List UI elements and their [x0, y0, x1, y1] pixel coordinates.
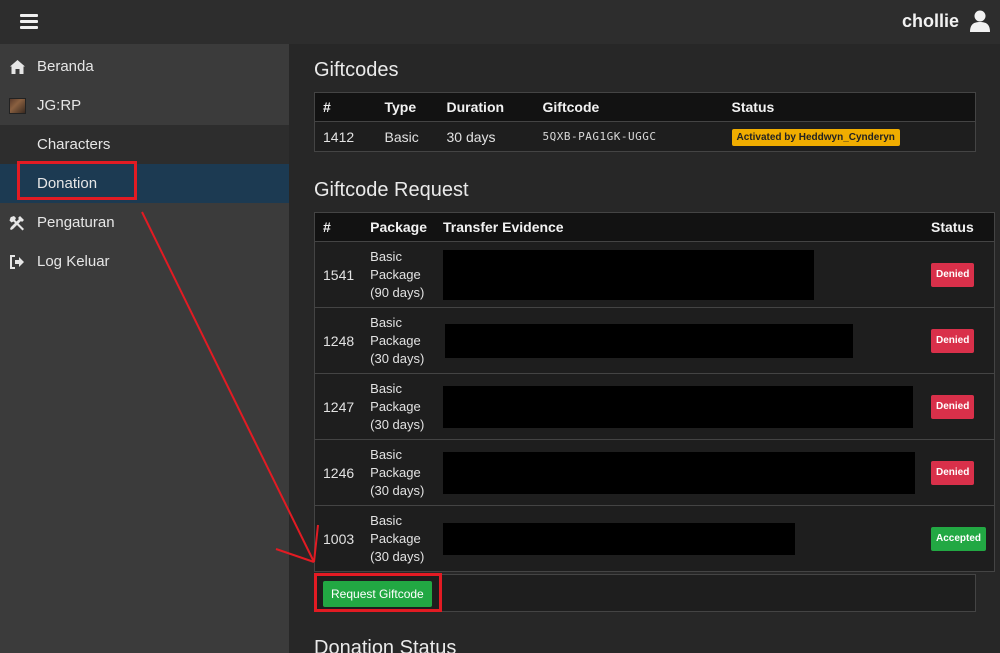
sidebar-item-log-keluar[interactable]: Log Keluar: [0, 242, 289, 281]
table-header-row: # Package Transfer Evidence Status: [314, 212, 995, 242]
status-badge: Denied: [930, 262, 975, 287]
table-row: 1247 Basic Package (30 days) Denied: [314, 373, 995, 440]
sidebar-item-jgrp[interactable]: JG:RP: [0, 86, 289, 125]
transfer-evidence-cell: [434, 373, 923, 440]
donation-status-heading: Donation Status: [314, 637, 457, 653]
status-badge: Denied: [930, 460, 975, 485]
request-id: 1247: [314, 373, 363, 440]
column-header: Transfer Evidence: [434, 212, 923, 242]
sidebar-item-pengaturan[interactable]: Pengaturan: [0, 203, 289, 242]
sidebar-item-characters[interactable]: Characters: [0, 125, 289, 164]
request-id: 1246: [314, 439, 363, 506]
user-icon[interactable]: [970, 10, 990, 32]
column-header: Type: [376, 92, 439, 122]
sidebar-item-beranda[interactable]: Beranda: [0, 47, 289, 86]
table-row: 1412 Basic 30 days 5QXB-PAG1GK-UGGC Acti…: [314, 121, 976, 152]
redacted-evidence-image[interactable]: [442, 385, 913, 428]
sidebar-item-label: Beranda: [37, 58, 94, 75]
request-status-cell: Denied: [922, 373, 995, 440]
request-status-cell: Accepted: [922, 505, 995, 572]
redacted-evidence-image[interactable]: [442, 451, 915, 494]
column-header: Package: [362, 212, 435, 242]
request-giftcode-button[interactable]: Request Giftcode: [323, 581, 432, 607]
transfer-evidence-cell: [434, 241, 923, 308]
status-badge: Denied: [930, 394, 975, 419]
redacted-evidence-image[interactable]: [444, 323, 853, 358]
column-header: #: [314, 92, 377, 122]
request-status-cell: Denied: [922, 241, 995, 308]
request-package: Basic Package (90 days): [362, 241, 435, 308]
transfer-evidence-cell: [434, 505, 923, 572]
status-badge: Accepted: [930, 526, 986, 551]
request-id: 1541: [314, 241, 363, 308]
request-package: Basic Package (30 days): [362, 307, 435, 374]
column-header: Duration: [438, 92, 535, 122]
sidebar-item-label: JG:RP: [37, 97, 82, 114]
sidebar-item-donation[interactable]: Donation: [0, 164, 289, 203]
username[interactable]: chollie: [902, 11, 959, 32]
sidebar-item-label: Donation: [37, 175, 98, 192]
giftcode-status-cell: Activated by Heddwyn_Cynderyn: [723, 121, 976, 152]
column-header: Giftcode: [534, 92, 724, 122]
status-badge: Denied: [930, 328, 975, 353]
sidebar-item-label: Characters: [37, 136, 111, 153]
request-status-cell: Denied: [922, 307, 995, 374]
giftcodes-heading: Giftcodes: [314, 59, 399, 81]
request-id: 1248: [314, 307, 363, 374]
table-row: 1246 Basic Package (30 days) Denied: [314, 439, 995, 506]
sign-out-icon: [10, 255, 24, 269]
giftcode-type: Basic: [376, 121, 439, 152]
table-row: 1541 Basic Package (90 days) Denied: [314, 241, 995, 308]
table-row: 1248 Basic Package (30 days) Denied: [314, 307, 995, 374]
table-header-row: # Type Duration Giftcode Status: [314, 92, 976, 122]
sidebar-item-label: Log Keluar: [37, 253, 110, 270]
giftcode-duration: 30 days: [438, 121, 535, 152]
redacted-evidence-image[interactable]: [442, 522, 795, 555]
tools-icon: [9, 216, 24, 231]
avatar-icon: [9, 98, 26, 114]
request-footer: Request Giftcode: [314, 574, 976, 612]
column-header: #: [314, 212, 363, 242]
giftcode-request-heading: Giftcode Request: [314, 179, 469, 201]
transfer-evidence-cell: [434, 307, 923, 374]
column-header: Status: [922, 212, 995, 242]
request-status-cell: Denied: [922, 439, 995, 506]
transfer-evidence-cell: [434, 439, 923, 506]
redacted-evidence-image[interactable]: [442, 249, 814, 300]
request-id: 1003: [314, 505, 363, 572]
sidebar: Beranda JG:RP Characters Donation Pengat…: [0, 44, 289, 653]
column-header: Status: [723, 92, 976, 122]
giftcodes-table: # Type Duration Giftcode Status 1412 Bas…: [314, 92, 976, 152]
hamburger-menu-icon[interactable]: [20, 14, 38, 30]
home-icon: [10, 60, 25, 74]
request-package: Basic Package (30 days): [362, 373, 435, 440]
status-badge: Activated by Heddwyn_Cynderyn: [731, 129, 900, 146]
request-package: Basic Package (30 days): [362, 439, 435, 506]
top-bar: chollie: [0, 0, 1000, 44]
giftcode-value: 5QXB-PAG1GK-UGGC: [534, 121, 724, 152]
sidebar-item-label: Pengaturan: [37, 214, 115, 231]
request-package: Basic Package (30 days): [362, 505, 435, 572]
main-content: Giftcodes # Type Duration Giftcode Statu…: [289, 44, 1000, 653]
giftcode-request-table: # Package Transfer Evidence Status 1541 …: [314, 212, 995, 572]
table-row: 1003 Basic Package (30 days) Accepted: [314, 505, 995, 572]
giftcode-id: 1412: [314, 121, 377, 152]
